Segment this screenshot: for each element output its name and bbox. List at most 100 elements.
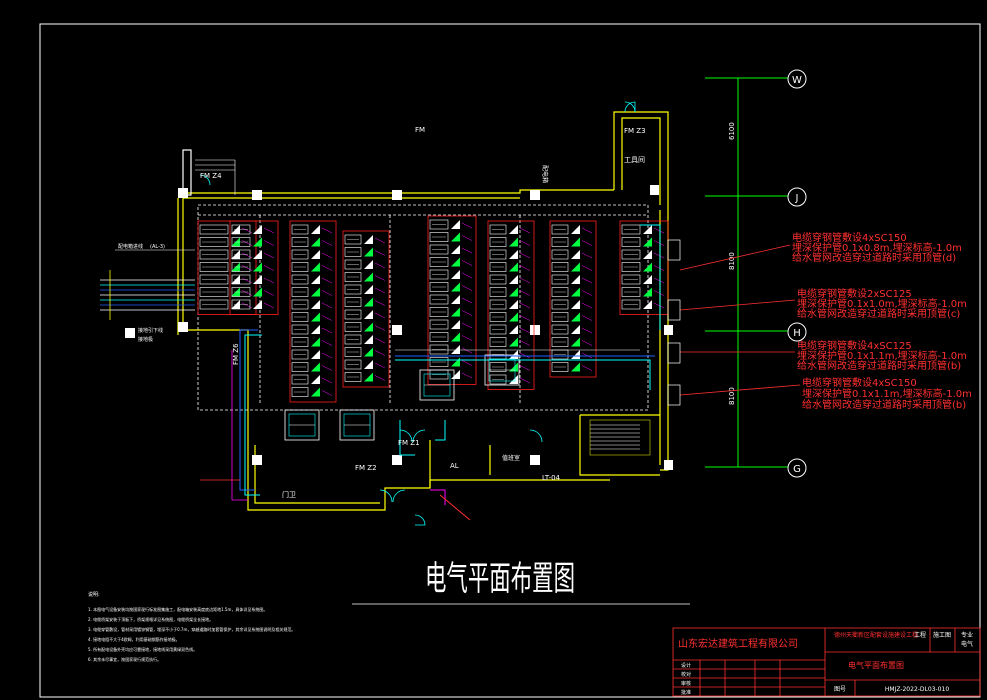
cabinet-unit xyxy=(551,274,593,285)
note-6: 6. 其余未尽事宜，按国家现行规范执行。 xyxy=(88,656,161,662)
cabinet-indicator xyxy=(253,275,262,284)
company-name: 山东宏达建筑工程有限公司 xyxy=(678,637,798,650)
cabinet-row xyxy=(487,220,535,390)
cabinet-unit xyxy=(429,232,473,242)
axis-bubble-w: W xyxy=(787,69,807,89)
cabinet-indicator xyxy=(364,347,373,357)
label-fm-z1: FM Z1 xyxy=(398,439,420,447)
cabinet-unit xyxy=(489,262,531,272)
cabinet-row xyxy=(549,220,597,378)
cabinet-unit xyxy=(291,287,333,297)
cabinet-unit xyxy=(291,274,333,285)
cable-note-4: 电缆穿钢管敷设4xSC150 埋深保护管0.1x1.1m,埋深标高-1.0m 给… xyxy=(679,376,972,411)
cabinet-indicator xyxy=(311,325,320,334)
cabinet-indicator xyxy=(643,275,652,284)
row-label-approve: 批准 xyxy=(681,689,691,696)
transformer-box xyxy=(339,409,375,441)
building-walls xyxy=(177,111,669,511)
note-2: 2. 电缆桥架安装于顶板下，桥架规格详见系统图，电缆桥架全长接地。 xyxy=(88,616,213,622)
cabinet-unit xyxy=(429,244,473,255)
cabinet-unit xyxy=(489,349,531,360)
cabinet-indicator xyxy=(364,247,373,257)
cabinet-unit xyxy=(621,287,665,297)
general-notes: 说明: 1. 本图电气设备安装均按国家现行标准图集施工，配电箱安装高度底边距地1… xyxy=(88,591,295,662)
cabinet-unit xyxy=(429,282,473,292)
project-name: 德州天衢新区配套设施建设工程 xyxy=(834,631,918,639)
incoming-label: 配电箱进线 xyxy=(118,243,143,250)
note-5: 5. 所有配电设备外壳均应可靠接地，接地线采用黄绿双色线。 xyxy=(88,646,197,652)
cabinet-unit xyxy=(621,224,665,235)
cabinet-unit xyxy=(489,237,531,247)
cable-note-4-line2: 埋深保护管0.1x1.1m,埋深标高-1.0m xyxy=(802,387,972,400)
label-fm-z2: FM Z2 xyxy=(355,464,377,472)
switchgear-cabinets xyxy=(197,215,669,441)
stage: 施工图 xyxy=(933,631,951,639)
cabinet-indicator xyxy=(571,325,580,334)
cabinet-unit xyxy=(489,224,531,235)
cabinet-indicator xyxy=(571,275,580,284)
dim-6100: 6100 xyxy=(728,122,736,140)
drawing-no-label: 图号 xyxy=(834,686,846,693)
room-labels: FM Z3 工具间 FM Z4 FM FM Z2 FM Z1 FM Z6 LT-… xyxy=(200,126,646,499)
cabinet-indicator xyxy=(571,300,580,309)
cabinet-indicator xyxy=(509,275,518,284)
cabinet-unit xyxy=(344,247,386,257)
cabinet-unit xyxy=(551,312,593,322)
cabinet-unit xyxy=(291,349,333,360)
cabinet-unit xyxy=(551,324,593,335)
cabinet-indicator xyxy=(451,295,460,304)
cabinet-indicator xyxy=(451,357,460,367)
cabinet-unit xyxy=(344,272,386,282)
cabinet-indicator xyxy=(311,262,320,272)
cad-drawing-canvas: W J H G 6100 8100 8100 配电箱进线 (AL-3) 接地引下… xyxy=(39,23,981,698)
cabinet-unit xyxy=(291,249,333,260)
cabinet-indicator xyxy=(311,237,320,247)
cabinet-indicator xyxy=(451,332,460,342)
cabinet-indicator xyxy=(364,372,373,382)
cabinet-unit xyxy=(291,387,333,397)
cable-note-3-line3: 给水管网改造穿过道路时采用顶管(b) xyxy=(797,359,961,372)
cabinet-indicator xyxy=(451,232,460,242)
cable-note-3: 电缆穿钢管敷设4xSC125 埋深保护管0.1x1.1m,埋深标高-1.0m 给… xyxy=(680,339,967,372)
cabinet-unit xyxy=(429,344,473,355)
cabinet-indicator xyxy=(253,250,262,259)
cabinet-unit xyxy=(344,359,386,370)
cabinet-indicator xyxy=(253,237,262,247)
cabinet-indicator xyxy=(451,282,460,292)
cable-trays xyxy=(197,204,649,411)
conduit-boxes xyxy=(667,239,681,406)
cable-note-2: 电缆穿钢管敷设2xSC125 埋深保护管0.1x1.0m,埋深标高-1.0m 给… xyxy=(679,287,967,320)
cabinet-indicator xyxy=(364,260,373,269)
row-label-review: 审核 xyxy=(681,680,691,687)
cabinet-unit xyxy=(551,362,593,372)
incoming-cable-bundle: 配电箱进线 (AL-3) 接地引下线 接地极 xyxy=(100,159,236,343)
cabinet-indicator xyxy=(571,262,580,272)
cabinet-unit xyxy=(489,324,531,335)
cabinet-indicator xyxy=(364,335,373,344)
axis-label-j: J xyxy=(795,193,799,204)
cabinet-indicator xyxy=(571,237,580,247)
cabinet-indicator xyxy=(364,322,373,332)
cabinet-indicator xyxy=(311,287,320,297)
cabinet-indicator xyxy=(509,325,518,334)
cabinet-unit xyxy=(489,287,531,297)
cabinet-indicator xyxy=(311,225,320,234)
cabinet-unit xyxy=(551,224,593,235)
drawing-title-block: 电气平面布置图 xyxy=(352,559,690,605)
cabinet-unit xyxy=(429,319,473,330)
cabinet-indicator xyxy=(253,262,262,272)
label-gate: 门卫 xyxy=(282,490,296,499)
cabinet-unit xyxy=(429,307,473,317)
cabinet-indicator xyxy=(311,275,320,284)
cable-note-4-line3: 给水管网改造穿过道路时采用顶管(b) xyxy=(802,398,966,411)
cabinet-indicator xyxy=(311,337,320,347)
cabinet-row xyxy=(342,230,390,388)
cabinet-indicator xyxy=(451,257,460,267)
cabinet-indicator xyxy=(364,360,373,369)
cabinet-indicator xyxy=(509,250,518,259)
cable-note-4-line1: 电缆穿钢管敷设4xSC150 xyxy=(802,376,917,389)
cabinet-unit xyxy=(621,299,665,310)
cabinet-indicator xyxy=(643,237,652,247)
cable-notes: 电缆穿钢管敷设4xSC150 埋深保护管0.1x0.8m,埋深标高-1.0m 给… xyxy=(667,231,972,411)
cabinet-indicator xyxy=(364,285,373,294)
